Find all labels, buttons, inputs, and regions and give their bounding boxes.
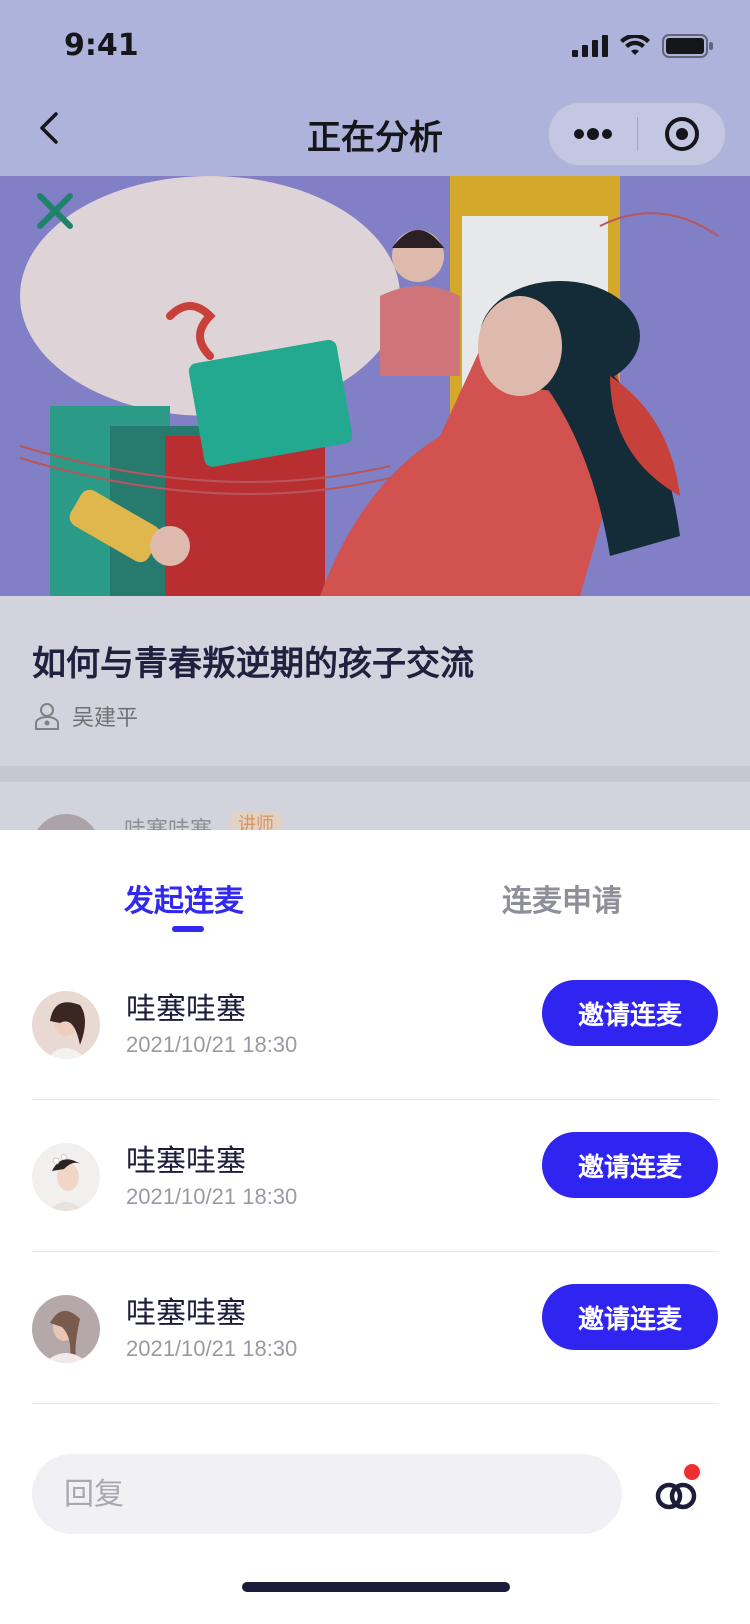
timestamp: 2021/10/21 18:30: [126, 1184, 298, 1209]
user-name: 哇塞哇塞: [126, 992, 246, 1027]
avatar: [32, 1143, 100, 1211]
author-name: 吴建平: [72, 706, 139, 731]
author-row: 吴建平: [34, 700, 138, 732]
user-name: 哇塞哇塞: [126, 1144, 246, 1179]
avatar: [32, 991, 100, 1059]
top-bar: 9:41 正在分析: [0, 0, 750, 176]
user-name: 哇塞哇塞: [126, 1296, 246, 1331]
signal-icon: [572, 35, 608, 57]
reply-bar: [32, 1454, 622, 1534]
home-indicator: [242, 1582, 510, 1592]
course-cover-image: [0, 176, 750, 596]
status-icons: [572, 34, 714, 58]
cover-illustration: [0, 176, 750, 596]
list-item: 哇塞哇塞 2021/10/21 18:30 邀请连麦: [32, 1252, 718, 1404]
list-item: 哇塞哇塞 2021/10/21 18:30 邀请连麦: [32, 948, 718, 1100]
connect-mic-sheet: 发起连麦 连麦申请 哇塞哇塞 2021/10/21 18:30 邀请连麦 哇塞哇…: [0, 830, 750, 1624]
wifi-icon: [620, 35, 650, 55]
active-tab-indicator: [172, 926, 204, 932]
notification-dot: [684, 1464, 700, 1480]
status-time: 9:41: [64, 28, 139, 63]
more-dots-icon: [574, 128, 612, 140]
avatar: [32, 1295, 100, 1363]
more-button[interactable]: [549, 102, 637, 166]
course-info: 如何与青春叛逆期的孩子交流 吴建平: [0, 596, 750, 766]
target-icon: [664, 117, 699, 151]
user-list: 哇塞哇塞 2021/10/21 18:30 邀请连麦 哇塞哇塞 2021/10/…: [0, 948, 750, 1404]
timestamp: 2021/10/21 18:30: [126, 1336, 298, 1361]
invite-connect-button[interactable]: 邀请连麦: [542, 1284, 718, 1350]
list-item: 哇塞哇塞 2021/10/21 18:30 邀请连麦: [32, 1100, 718, 1252]
sheet-tabs: 发起连麦 连麦申请: [0, 830, 750, 940]
mini-program-capsule: [548, 102, 726, 166]
reply-input[interactable]: [32, 1454, 622, 1534]
invite-connect-button[interactable]: 邀请连麦: [542, 980, 718, 1046]
speaker-user-icon: [35, 703, 59, 730]
timestamp: 2021/10/21 18:30: [126, 1032, 298, 1057]
tab-connect-requests[interactable]: 连麦申请: [502, 876, 622, 920]
connect-mic-button[interactable]: [648, 1464, 704, 1520]
section-divider: [0, 766, 750, 782]
battery-icon: [662, 34, 713, 58]
invite-connect-button[interactable]: 邀请连麦: [542, 1132, 718, 1198]
tab-start-connect[interactable]: 发起连麦: [124, 876, 244, 920]
course-title: 如何与青春叛逆期的孩子交流: [32, 644, 474, 684]
close-miniprogram-button[interactable]: [638, 102, 725, 166]
